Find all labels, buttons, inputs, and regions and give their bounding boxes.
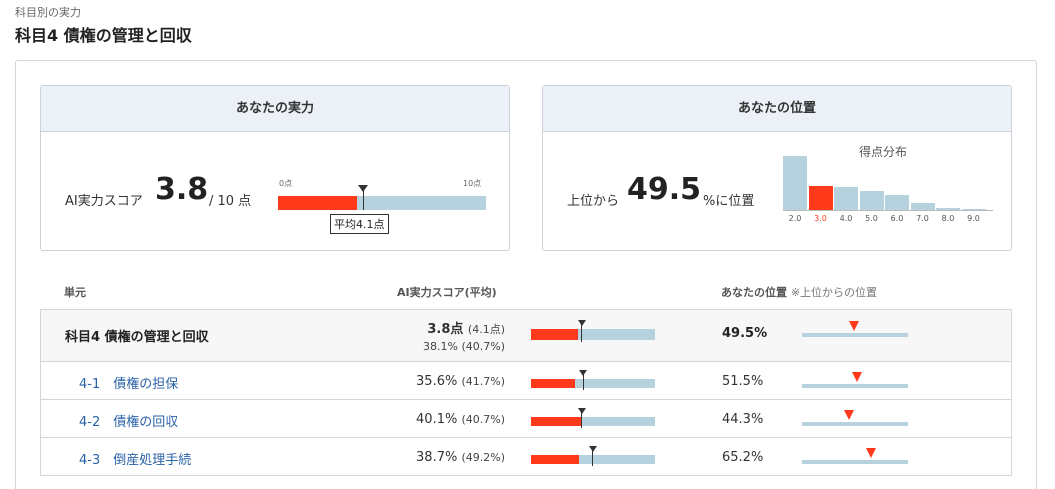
col-score-header: AI実力スコア(平均) (397, 286, 497, 299)
score-minibar-fill (531, 455, 579, 464)
score-minibar (531, 320, 655, 342)
histogram-tick-label: 5.0 (865, 214, 878, 223)
position-bar (802, 410, 908, 426)
position-bar (802, 321, 908, 337)
average-marker-icon (577, 320, 586, 326)
table-row: 4-1 債権の担保 35.6% (41.7%) 51.5% (41, 361, 1011, 399)
score-main: 40.1% (416, 412, 462, 427)
ai-score-label: AI実力スコア (65, 194, 143, 209)
position-cell: 51.5% (722, 374, 764, 389)
histogram-bar (834, 187, 858, 210)
col-position-label: あなたの位置 (721, 286, 787, 299)
position-bar (802, 372, 908, 388)
position-marker-icon (843, 410, 854, 420)
bar-max-label: 10点 (463, 179, 482, 188)
score-minibar-fill (531, 329, 579, 340)
unit-link[interactable]: 4-1 債権の担保 (79, 373, 178, 392)
ability-card-heading: あなたの実力 (41, 86, 509, 132)
average-marker-icon (588, 446, 597, 452)
score-cell: 35.6% (41.7%) (416, 374, 505, 389)
score-minibar-fill (531, 379, 576, 388)
unit-link[interactable]: 4-2 債権の回収 (79, 411, 178, 430)
position-marker-icon (849, 321, 860, 331)
score-cell: 3.8点 (4.1点) 38.1% (40.7%) (423, 318, 505, 353)
score-bar-fill (278, 196, 358, 210)
score-main: 35.6% (416, 374, 462, 389)
bar-min-label: 0点 (279, 179, 293, 188)
average-marker-icon (358, 185, 369, 192)
position-bar (802, 448, 908, 464)
score-average: (49.2%) (461, 451, 505, 464)
ai-score-unit: / 10 点 (209, 194, 252, 209)
histogram-bar (910, 202, 935, 210)
histogram-bar (808, 186, 833, 210)
table-summary-row: 科目4 債権の管理と回収 3.8点 (4.1点) 38.1% (40.7%) 49.5… (41, 310, 1011, 361)
score-minibar-fill (531, 417, 581, 426)
average-marker-icon (579, 370, 588, 376)
position-marker-icon (851, 372, 862, 382)
score-cell: 38.7% (49.2%) (416, 450, 505, 465)
score-average: (41.7%) (461, 375, 505, 388)
page-title: 科目4 債権の管理と回収 (15, 26, 192, 45)
histogram-tick-label: 6.0 (890, 214, 904, 223)
histogram-tick-label: 7.0 (916, 214, 929, 223)
score-minibar (531, 408, 655, 428)
histogram-tick-label: 2.0 (788, 214, 802, 223)
average-marker-icon (577, 408, 586, 414)
histogram-tick-label: 3.0 (814, 214, 827, 223)
histogram-bar (783, 156, 807, 210)
score-average: (40.7%) (461, 413, 505, 426)
histogram-tick-label: 4.0 (839, 214, 853, 223)
score-histogram (783, 156, 993, 210)
histogram-tick-label: 9.0 (967, 214, 980, 223)
breadcrumb: 科目別の実力 (15, 6, 81, 19)
score-minibar (531, 446, 655, 466)
histogram-bar (859, 191, 884, 210)
score-main: 3.8点 (427, 322, 468, 337)
position-marker-icon (866, 448, 877, 458)
col-position-header: あなたの位置 ※上位からの位置 (721, 284, 877, 300)
score-main: 38.7% (416, 450, 462, 465)
score-average: (4.1点) (467, 323, 505, 336)
table-row: 4-3 倒産処理手続 38.7% (49.2%) 65.2% (41, 437, 1011, 475)
position-cell: 44.3% (722, 412, 764, 427)
position-prefix: 上位から (567, 194, 620, 209)
score-bar (278, 185, 486, 210)
ai-score-value: 3.8 (155, 172, 209, 207)
score-minibar (531, 370, 655, 390)
subject-name: 科目4 債権の管理と回収 (65, 330, 209, 345)
position-cell: 49.5% (722, 326, 768, 341)
unit-table: 科目4 債権の管理と回収 3.8点 (4.1点) 38.1% (40.7%) 49.5… (40, 309, 1012, 476)
average-label: 平均4.1点 (330, 214, 389, 234)
position-cell: 65.2% (722, 450, 764, 465)
col-unit-header: 単元 (64, 286, 86, 299)
position-value: 49.5 (627, 172, 702, 207)
ability-card: あなたの実力 AI実力スコア 3.8 / 10 点 0点 10点 平均4.1点 (40, 85, 510, 251)
score-cell: 40.1% (40.7%) (416, 412, 505, 427)
table-row: 4-2 債権の回収 40.1% (40.7%) 44.3% (41, 399, 1011, 437)
unit-link[interactable]: 4-3 倒産処理手続 (79, 449, 191, 468)
col-position-note: ※上位からの位置 (790, 286, 878, 299)
histogram-baseline (783, 210, 993, 211)
histogram-bar (885, 195, 909, 210)
histogram-tick-label: 8.0 (941, 214, 955, 223)
position-card-heading: あなたの位置 (543, 86, 1011, 132)
position-card: あなたの位置 上位から 49.5 %に位置 得点分布 2.0 3.0 4.0 5.0 6… (542, 85, 1012, 251)
score-percent: 38.1% (40.7%) (423, 340, 505, 353)
position-suffix: %に位置 (703, 194, 755, 209)
